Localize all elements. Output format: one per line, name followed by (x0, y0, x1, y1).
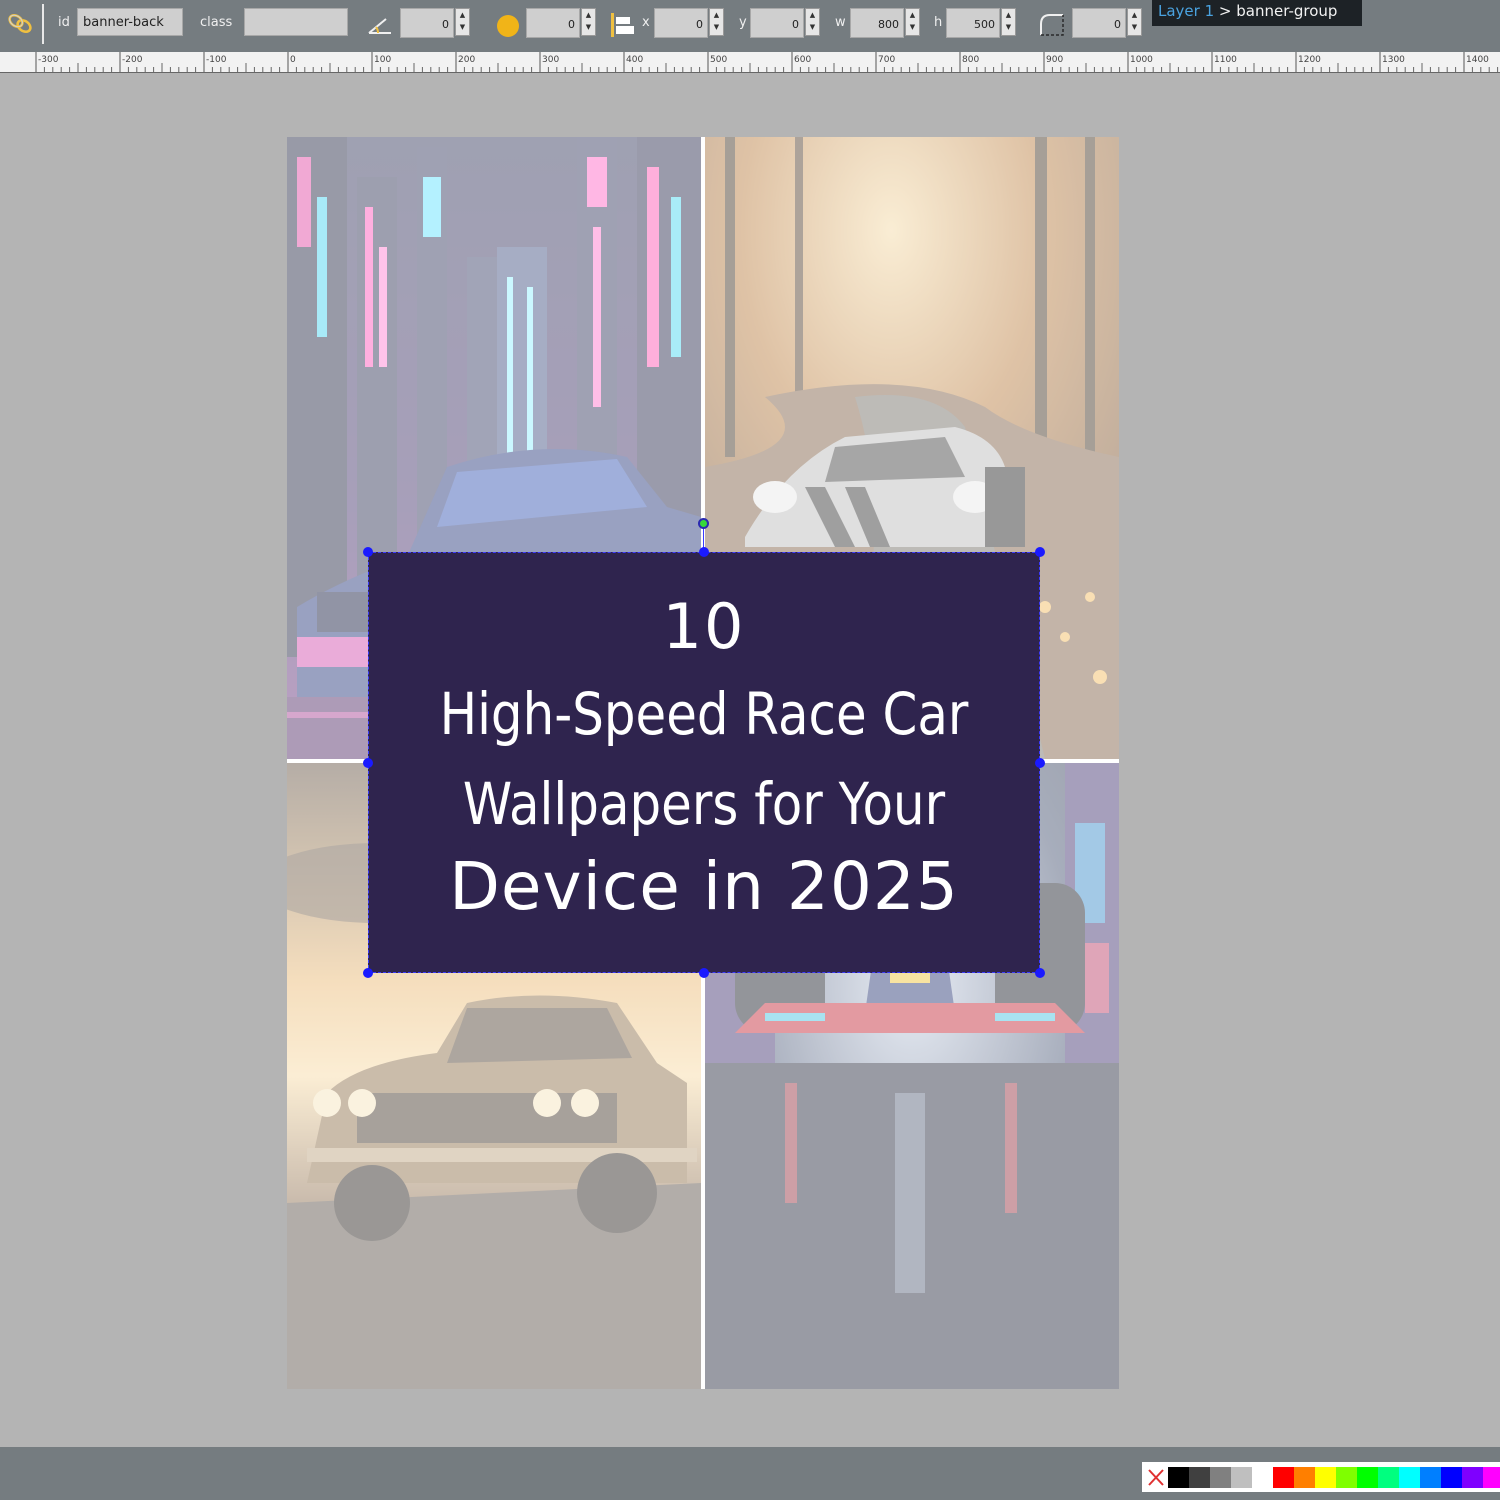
no-color-icon[interactable] (1146, 1467, 1166, 1488)
ruler-label: 1100 (1214, 55, 1237, 65)
toolbar-divider (42, 4, 44, 44)
blur-icon (497, 15, 519, 37)
h-stepper[interactable]: ▲ ▼ (1001, 8, 1016, 36)
color-palette (1142, 1462, 1500, 1492)
resize-handle-n[interactable] (699, 547, 709, 557)
angle-stepper[interactable]: ▲ ▼ (455, 8, 470, 36)
blur-field[interactable]: 0 (526, 8, 580, 38)
toolbar: id banner-back class 0 ▲ ▼ 0 ▲ ▼ x 0 ▲ ▼ y … (0, 0, 1500, 52)
color-swatch[interactable] (1210, 1466, 1231, 1488)
angle-field[interactable]: 0 (400, 8, 454, 38)
ruler-label: -200 (122, 55, 143, 65)
ruler-label: 900 (1046, 55, 1063, 65)
color-swatch[interactable] (1420, 1466, 1441, 1488)
radius-field[interactable]: 0 (1072, 8, 1126, 38)
breadcrumb-separator: > (1218, 2, 1232, 20)
ruler-label: 300 (542, 55, 559, 65)
banner-line-3: Device in 2025 (449, 848, 959, 925)
title-banner[interactable]: 10 High-Speed Race Car Wallpapers for Yo… (368, 552, 1040, 973)
id-label: id (58, 15, 70, 30)
color-swatch[interactable] (1462, 1466, 1483, 1488)
palette-swatches (1168, 1466, 1500, 1488)
resize-handle-se[interactable] (1035, 968, 1045, 978)
h-label: h (934, 15, 943, 30)
blur-stepper[interactable]: ▲ ▼ (581, 8, 596, 36)
resize-handle-s[interactable] (699, 968, 709, 978)
y-field[interactable]: 0 (750, 8, 804, 38)
breadcrumb-group[interactable]: banner-group (1236, 2, 1337, 20)
banner-line-2: Wallpapers for Your (462, 770, 946, 838)
w-value: 800 (878, 18, 899, 31)
x-field[interactable]: 0 (654, 8, 708, 38)
y-stepper[interactable]: ▲ ▼ (805, 8, 820, 36)
ruler-label: -300 (38, 55, 59, 65)
color-swatch[interactable] (1189, 1466, 1210, 1488)
color-swatch[interactable] (1294, 1466, 1315, 1488)
y-value: 0 (792, 18, 799, 31)
w-stepper[interactable]: ▲ ▼ (905, 8, 920, 36)
ruler-label: 1000 (1130, 55, 1153, 65)
w-field[interactable]: 800 (850, 8, 904, 38)
h-field[interactable]: 500 (946, 8, 1000, 38)
class-label: class (200, 15, 233, 30)
ruler-label: 600 (794, 55, 811, 65)
color-swatch[interactable] (1357, 1466, 1378, 1488)
banner-line-1: High-Speed Race Car (439, 680, 969, 748)
w-label: w (835, 15, 846, 30)
position-icon (610, 12, 636, 38)
color-swatch[interactable] (1273, 1466, 1294, 1488)
color-swatch[interactable] (1168, 1466, 1189, 1488)
h-value: 500 (974, 18, 995, 31)
resize-handle-w[interactable] (363, 758, 373, 768)
color-swatch[interactable] (1315, 1466, 1336, 1488)
x-label: x (642, 15, 650, 30)
ruler-label: 1200 (1298, 55, 1321, 65)
color-swatch[interactable] (1399, 1466, 1420, 1488)
ruler-label: 0 (290, 55, 296, 65)
color-swatch[interactable] (1336, 1466, 1357, 1488)
radius-value: 0 (1114, 18, 1121, 31)
color-swatch[interactable] (1483, 1466, 1500, 1488)
horizontal-ruler: -300 -200 -100 0 100 200 300 400 500 600 700 800 900… (0, 52, 1500, 73)
breadcrumb-layer[interactable]: Layer 1 (1158, 2, 1214, 20)
color-swatch[interactable] (1231, 1466, 1252, 1488)
resize-handle-sw[interactable] (363, 968, 373, 978)
ruler-label: 1400 (1466, 55, 1489, 65)
blur-value: 0 (568, 18, 575, 31)
banner-number: 10 (662, 590, 746, 663)
link-icon[interactable] (5, 9, 35, 37)
ruler-label: 800 (962, 55, 979, 65)
ruler-label: 1300 (1382, 55, 1405, 65)
x-stepper[interactable]: ▲ ▼ (709, 8, 724, 36)
color-swatch[interactable] (1252, 1466, 1273, 1488)
resize-handle-ne[interactable] (1035, 547, 1045, 557)
breadcrumb: Layer 1 > banner-group (1152, 0, 1362, 26)
color-swatch[interactable] (1441, 1466, 1462, 1488)
color-swatch[interactable] (1378, 1466, 1399, 1488)
ruler-label: 100 (374, 55, 391, 65)
ruler-label: -100 (206, 55, 227, 65)
ruler-label: 500 (710, 55, 727, 65)
ruler-label: 700 (878, 55, 895, 65)
angle-value: 0 (442, 18, 449, 31)
id-field[interactable]: banner-back (77, 8, 183, 36)
corner-radius-icon (1038, 12, 1066, 38)
y-label: y (739, 15, 747, 30)
ruler-label: 200 (458, 55, 475, 65)
class-field[interactable] (244, 8, 348, 36)
ruler-label: 400 (626, 55, 643, 65)
ruler-ticks: -300 -200 -100 0 100 200 300 400 500 600 700 800 900… (35, 52, 1499, 72)
radius-stepper[interactable]: ▲ ▼ (1127, 8, 1142, 36)
resize-handle-nw[interactable] (363, 547, 373, 557)
resize-handle-e[interactable] (1035, 758, 1045, 768)
x-value: 0 (696, 18, 703, 31)
rotate-handle[interactable] (698, 518, 709, 529)
angle-icon (366, 14, 394, 36)
